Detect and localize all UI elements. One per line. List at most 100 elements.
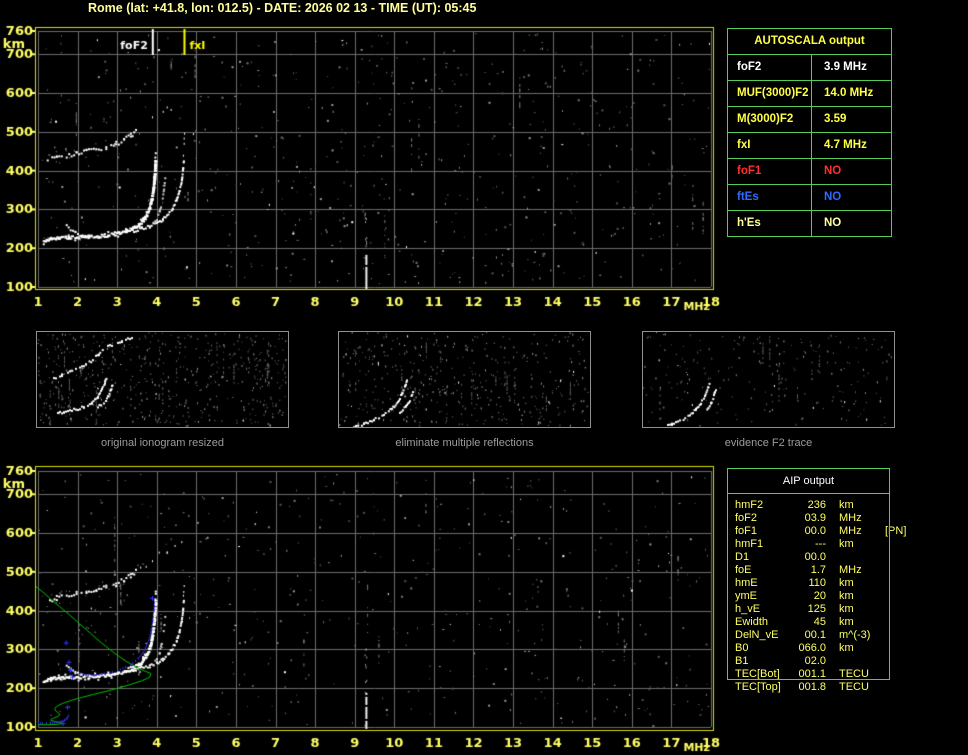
param-label: DelN_vE <box>735 629 779 641</box>
param-note <box>885 642 890 655</box>
aip-row-hmF1: hmF1 --- km <box>727 538 890 551</box>
param-label: hmF2 <box>735 499 764 511</box>
table-row-foF2: foF2 3.9 MHz <box>728 55 891 81</box>
param-unit <box>839 655 885 668</box>
param-note <box>885 629 890 642</box>
aip-row-ymE: ymE 20 km <box>727 590 890 603</box>
param-value: NO <box>824 217 842 229</box>
aip-row-B1: B1 02.0 <box>727 655 890 668</box>
param-note <box>885 538 890 551</box>
param-unit: TECU <box>839 681 869 693</box>
param-value: 4.7 MHz <box>824 139 867 151</box>
param-note <box>885 512 890 525</box>
param-note <box>885 655 890 668</box>
param-unit: km <box>839 577 854 589</box>
param-label: TEC[Top] <box>735 681 781 693</box>
param-unit: km <box>839 616 854 628</box>
param-unit: m^(-3) <box>839 629 871 641</box>
param-value: 14.0 MHz <box>824 87 874 99</box>
param-value: 03.9 <box>804 512 826 524</box>
param-label: B0 <box>735 642 749 654</box>
param-note <box>885 564 890 577</box>
aip-rows: hmF2 236 km foF2 03.9 MHz foF1 00.0 MHz [PN] hmF1 -… <box>727 493 906 694</box>
aip-row-B0: B0 066.0 km <box>727 642 890 655</box>
aip-row-TEC[Top]: TEC[Top] 001.8 TECU <box>727 681 890 694</box>
param-value: 1.7 <box>810 564 826 576</box>
param-note <box>885 590 890 603</box>
param-unit: km <box>839 603 854 615</box>
param-value: 001.1 <box>798 668 826 680</box>
param-label: foE <box>735 564 752 576</box>
panel-caption-eliminate: eliminate multiple reflections <box>395 437 534 449</box>
param-label: B1 <box>735 655 749 667</box>
table-row-fxI: fxI 4.7 MHz <box>728 133 891 159</box>
param-label: MUF(3000)F2 <box>728 81 812 106</box>
autoscala-output-table: AUTOSCALA output foF2 3.9 MHz MUF(3000)F… <box>727 28 892 237</box>
panel-evidence-f2 <box>642 331 895 428</box>
param-value: 00.0 <box>804 525 826 537</box>
param-unit: TECU <box>839 668 869 680</box>
param-label: hmF1 <box>735 538 764 550</box>
param-unit: km <box>839 590 854 602</box>
aip-row-hmF2: hmF2 236 km <box>727 499 890 512</box>
param-label: hmE <box>735 577 758 589</box>
param-note <box>885 577 890 590</box>
table-row-m3000: M(3000)F2 3.59 <box>728 107 891 133</box>
param-note: [PN] <box>885 525 907 537</box>
panel-caption-evidence: evidence F2 trace <box>724 437 813 449</box>
param-label: h'Es <box>728 211 812 236</box>
table-row-foF1: foF1 NO <box>728 159 891 185</box>
param-note <box>885 603 890 616</box>
aip-row-Ewidth: Ewidth 45 km <box>727 616 890 629</box>
param-value: NO <box>824 191 842 203</box>
station-title: Rome (lat: +41.8, lon: 012.5) - DATE: 20… <box>88 1 477 15</box>
param-value: 3.9 MHz <box>824 61 867 73</box>
aip-row-hmE: hmE 110 km <box>727 577 890 590</box>
param-unit: km <box>839 538 854 550</box>
aip-row-h_vE: h_vE 125 km <box>727 603 890 616</box>
panel-original-ionogram <box>36 331 289 428</box>
bottom-ionogram-plot <box>0 455 730 755</box>
param-unit: MHz <box>839 564 862 576</box>
table-row-ftEs: ftEs NO <box>728 185 891 211</box>
param-label: ftEs <box>728 185 812 210</box>
aip-row-DelN_vE: DelN_vE 00.1 m^(-3) <box>727 629 890 642</box>
autoscala-table-title: AUTOSCALA output <box>728 29 891 55</box>
param-value: 20 <box>813 590 826 602</box>
param-value: NO <box>824 165 842 177</box>
param-value: 45 <box>813 616 826 628</box>
aip-table-title: AIP output <box>782 475 835 487</box>
table-row-muf: MUF(3000)F2 14.0 MHz <box>728 81 891 107</box>
top-ionogram-plot <box>0 15 730 315</box>
param-label: foF1 <box>735 525 758 537</box>
param-value: 125 <box>807 603 826 615</box>
param-value: 001.8 <box>798 681 826 693</box>
autoscala-screen: Rome (lat: +41.8, lon: 012.5) - DATE: 20… <box>0 0 968 755</box>
param-value: 236 <box>807 499 826 511</box>
param-unit: MHz <box>839 525 862 537</box>
param-note <box>885 499 890 512</box>
param-label: fxI <box>728 133 812 158</box>
param-note <box>885 551 890 564</box>
param-unit: km <box>839 642 854 654</box>
panel-eliminate-reflections <box>338 331 591 428</box>
param-label: D1 <box>735 551 750 563</box>
param-value: 02.0 <box>804 655 826 667</box>
param-value: 00.0 <box>804 551 826 563</box>
aip-row-foF2: foF2 03.9 MHz <box>727 512 890 525</box>
param-label: TEC[Bot] <box>735 668 780 680</box>
param-value: 066.0 <box>798 642 826 654</box>
param-note <box>885 668 890 681</box>
param-note <box>885 681 890 694</box>
param-value: --- <box>815 538 826 550</box>
aip-output-table: AIP output hmF2 236 km foF2 03.9 MHz foF1 00.0 M… <box>727 468 906 694</box>
param-label: foF2 <box>728 55 812 80</box>
panel-caption-original: original ionogram resized <box>101 437 224 449</box>
param-value: 00.1 <box>804 629 826 641</box>
param-label: foF1 <box>728 159 812 184</box>
param-unit <box>839 551 885 564</box>
aip-row-foF1: foF1 00.0 MHz [PN] <box>727 525 906 538</box>
param-unit: MHz <box>839 512 862 524</box>
aip-row-D1: D1 00.0 <box>727 551 890 564</box>
param-label: h_vE <box>735 603 761 615</box>
